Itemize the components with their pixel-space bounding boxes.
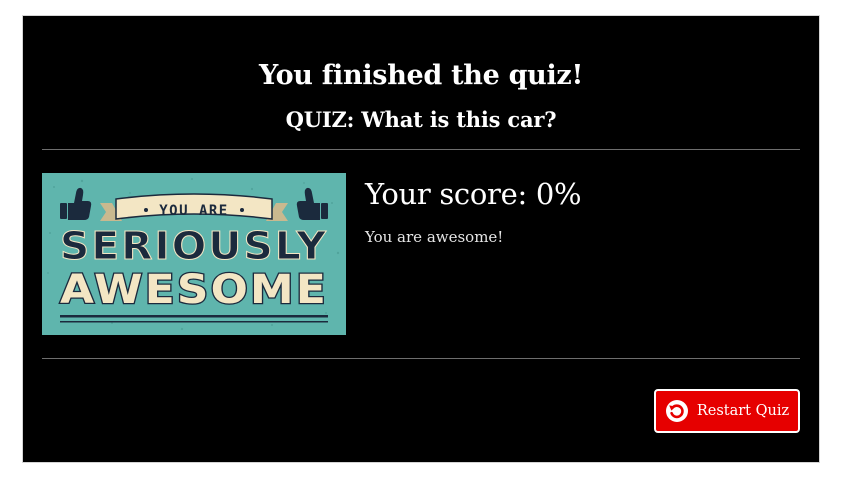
quiz-results-panel: You finished the quiz! QUIZ: What is thi… (22, 15, 820, 463)
image-line-1: YOU ARE (159, 203, 229, 219)
restart-icon (665, 400, 688, 422)
top-divider (42, 149, 800, 150)
result-image: YOU ARE SERIOUSLY AWESOME (42, 173, 346, 335)
score-message: You are awesome! (365, 228, 504, 246)
quiz-name-heading: QUIZ: What is this car? (285, 107, 557, 132)
score-heading: Your score: 0% (365, 177, 582, 211)
image-line-2: SERIOUSLY (60, 224, 328, 268)
bottom-divider (42, 358, 800, 359)
restart-quiz-button[interactable]: Restart Quiz (654, 389, 800, 433)
image-line-3: AWESOME (60, 267, 328, 313)
restart-quiz-label: Restart Quiz (696, 403, 790, 419)
quiz-finished-title: You finished the quiz! (258, 60, 584, 91)
